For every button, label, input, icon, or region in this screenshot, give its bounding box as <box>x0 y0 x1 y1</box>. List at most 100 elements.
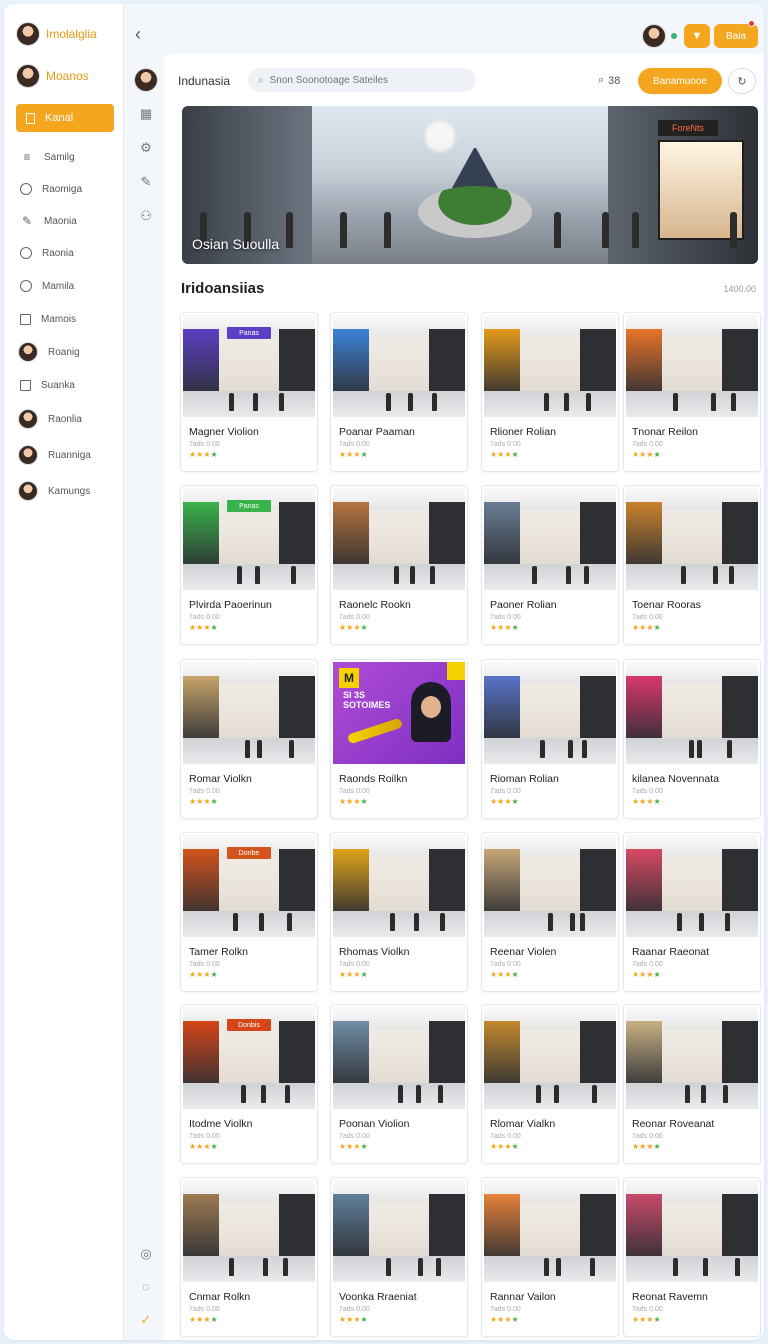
store-card[interactable]: Panas Magner Violion 7ads 0.00 ★★★★ <box>180 312 318 472</box>
sidebar-item-label: Kanal <box>45 112 74 124</box>
top-action-button[interactable]: Baia <box>714 24 758 48</box>
chat-icon <box>20 280 32 292</box>
chat-icon[interactable]: ◌ <box>136 1276 156 1296</box>
store-name: Itodme Violkn <box>189 1118 253 1130</box>
store-card[interactable]: kilanea Novennata 7ads 0.00 ★★★★ <box>623 659 761 819</box>
primary-button[interactable]: Banamuooe <box>638 68 722 94</box>
sidebar-item-4[interactable]: Mamila <box>20 276 120 296</box>
store-name: Rlioner Rolian <box>490 426 556 438</box>
hero-caption: Osian Suoulla <box>192 236 280 252</box>
search-icon: ⌕ <box>598 74 605 86</box>
sidebar-item-0[interactable]: ≡ Samilg <box>20 147 120 167</box>
sidebar-item-active[interactable]: Kanal <box>16 104 114 132</box>
globe-icon[interactable]: ◎ <box>136 1244 156 1264</box>
sidebar-profile-name: Moanos <box>46 69 89 83</box>
store-name: Poanar Paaman <box>339 426 415 438</box>
pencil-icon[interactable]: ✎ <box>136 172 156 192</box>
users-icon[interactable]: ⚇ <box>136 206 156 226</box>
store-name: Rhomas Violkn <box>339 946 410 958</box>
rating-stars: ★★★★ <box>632 1315 661 1324</box>
store-card[interactable]: Poonan Violion 7ads 0.00 ★★★★ <box>330 1004 468 1164</box>
store-card[interactable]: Poanar Paaman 7ads 0.00 ★★★★ <box>330 312 468 472</box>
store-card[interactable]: Paoner Rolian 7ads 0.00 ★★★★ <box>481 485 619 645</box>
rating-stars: ★★★★ <box>632 797 661 806</box>
rating-stars: ★★★★ <box>339 970 368 979</box>
store-name: Voonka Rraeniat <box>339 1291 417 1303</box>
hero-flower <box>426 122 454 150</box>
store-thumbnail <box>484 835 616 937</box>
calendar-icon[interactable]: ▦ <box>136 104 156 124</box>
store-subtitle: 7ads 0.00 <box>339 441 370 448</box>
sidebar-item-6[interactable]: Roanig <box>18 342 118 362</box>
user-avatar[interactable] <box>642 24 666 48</box>
rating-stars: ★★★★ <box>490 1142 519 1151</box>
rating-stars: ★★★★ <box>189 797 218 806</box>
store-card[interactable]: Rannar Vailon 7ads 0.00 ★★★★ <box>481 1177 619 1337</box>
store-thumbnail: Donbe <box>183 835 315 937</box>
sidebar-profile-second[interactable]: Moanos <box>16 64 89 88</box>
store-subtitle: 7ads 0.00 <box>189 788 220 795</box>
store-card[interactable]: Raanar Raeonat 7ads 0.00 ★★★★ <box>623 832 761 992</box>
store-card[interactable]: M SI 3S SOTOIMES Raonds Roilkn 7ads 0.00 ★★★★ <box>330 659 468 819</box>
store-card[interactable]: Voonka Rraeniat 7ads 0.00 ★★★★ <box>330 1177 468 1337</box>
store-card[interactable]: Rlioner Rolian 7ads 0.00 ★★★★ <box>481 312 619 472</box>
store-card[interactable]: Reonat Ravemn 7ads 0.00 ★★★★ <box>623 1177 761 1337</box>
list-icon: ≡ <box>23 150 31 164</box>
search-input[interactable] <box>269 74 460 86</box>
sidebar-item-3[interactable]: Raonia <box>20 243 120 263</box>
result-count-value: 38 <box>608 74 621 87</box>
share-icon: ↻ <box>737 75 747 88</box>
store-card[interactable]: Tnonar Reilon 7ads 0.00 ★★★★ <box>623 312 761 472</box>
back-chevron-icon[interactable]: ‹ <box>135 24 141 45</box>
shop-sign: Donbe <box>227 847 271 859</box>
store-card[interactable]: Cnmar Rolkn 7ads 0.00 ★★★★ <box>180 1177 318 1337</box>
share-button[interactable]: ↻ <box>728 68 756 94</box>
store-subtitle: 7ads 0.00 <box>490 1133 521 1140</box>
sidebar-item-10[interactable]: Kamungs <box>18 481 118 501</box>
store-card[interactable]: Raonelc Rookn 7ads 0.00 ★★★★ <box>330 485 468 645</box>
store-card[interactable]: Donbe Tamer Rolkn 7ads 0.00 ★★★★ <box>180 832 318 992</box>
search-box[interactable]: ⌕ <box>248 68 476 92</box>
sidebar-item-9[interactable]: Ruanniga <box>18 445 118 465</box>
sidebar-item-1[interactable]: Raomiga <box>20 179 120 199</box>
store-name: Cnmar Rolkn <box>189 1291 251 1303</box>
rating-stars: ★★★★ <box>339 450 368 459</box>
store-card[interactable]: Rlomar Vialkn 7ads 0.00 ★★★★ <box>481 1004 619 1164</box>
store-subtitle: 7ads 0.00 <box>339 961 370 968</box>
pencil-icon: ✎ <box>21 214 33 228</box>
square-icon <box>20 313 31 325</box>
sidebar-item-7[interactable]: Suanka <box>20 375 120 395</box>
gear-icon[interactable]: ⚙ <box>136 138 156 158</box>
sidebar-item-label: Samilg <box>44 151 75 163</box>
rating-stars: ★★★★ <box>490 1315 519 1324</box>
store-card[interactable]: Donbis Itodme Violkn 7ads 0.00 ★★★★ <box>180 1004 318 1164</box>
sidebar-item-2[interactable]: ✎ Maonia <box>20 211 120 231</box>
store-card[interactable]: Rioman Rolian 7ads 0.00 ★★★★ <box>481 659 619 819</box>
rail-avatar[interactable] <box>134 68 158 92</box>
store-subtitle: 7ads 0.00 <box>632 441 663 448</box>
store-card[interactable]: Reenar Violen 7ads 0.00 ★★★★ <box>481 832 619 992</box>
result-count[interactable]: ⌕ 38 <box>598 74 620 87</box>
hero-banner[interactable]: ForeNts Osian Suoulla <box>182 106 758 264</box>
search-icon: ⌕ <box>258 74 264 86</box>
check-icon[interactable]: ✓ <box>136 1310 156 1330</box>
store-subtitle: 7ads 0.00 <box>339 1306 370 1313</box>
store-subtitle: 7ads 0.00 <box>339 1133 370 1140</box>
sidebar-profile-top[interactable]: Imolalglia <box>16 22 97 46</box>
sidebar-item-5[interactable]: Mamois <box>20 309 120 329</box>
shop-sign: Panas <box>227 500 271 512</box>
store-card[interactable]: Rhomas Violkn 7ads 0.00 ★★★★ <box>330 832 468 992</box>
store-subtitle: 7ads 0.00 <box>632 1133 663 1140</box>
store-card[interactable]: Toenar Rooras 7ads 0.00 ★★★★ <box>623 485 761 645</box>
rating-stars: ★★★★ <box>339 1315 368 1324</box>
store-subtitle: 7ads 0.00 <box>339 614 370 621</box>
sidebar-item-8[interactable]: Raonlia <box>18 409 118 429</box>
store-card[interactable]: Romar Violkn 7ads 0.00 ★★★★ <box>180 659 318 819</box>
store-thumbnail: Donbis <box>183 1007 315 1109</box>
store-card[interactable]: Panas Plvirda Paoerinun 7ads 0.00 ★★★★ <box>180 485 318 645</box>
filter-button[interactable]: ▼ <box>684 24 710 48</box>
store-card[interactable]: Reonar Roveanat 7ads 0.00 ★★★★ <box>623 1004 761 1164</box>
circle-icon <box>20 247 32 259</box>
store-thumbnail <box>333 488 465 590</box>
store-name: Reonar Roveanat <box>632 1118 715 1130</box>
